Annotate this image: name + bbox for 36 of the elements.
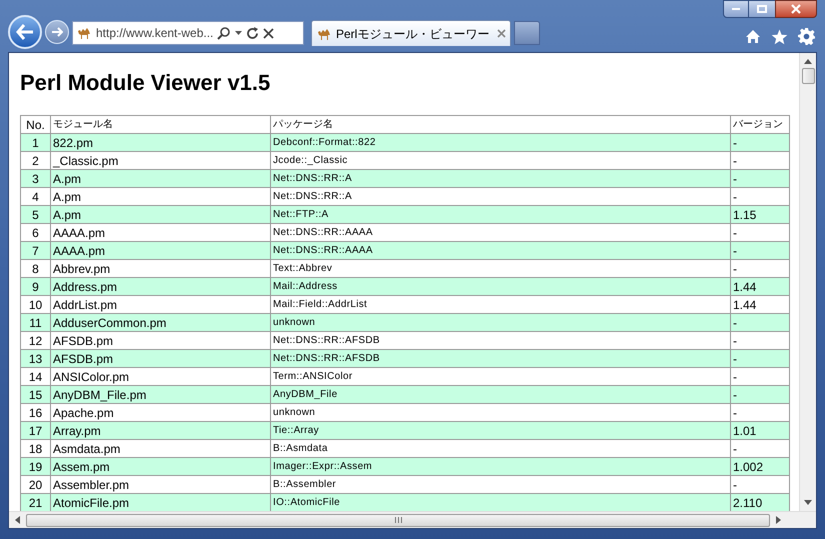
camel-icon — [316, 26, 332, 40]
star-icon[interactable] — [771, 28, 788, 44]
camel-icon — [76, 26, 92, 40]
scrollbar-thumb[interactable] — [26, 514, 770, 526]
tab-title: Perlモジュール・ビューワー — [336, 26, 490, 42]
search-icon[interactable] — [217, 26, 232, 40]
dropdown-arrow-icon[interactable] — [235, 31, 242, 35]
browser-tab[interactable]: Perlモジュール・ビューワー — [311, 20, 511, 46]
forward-arrow-icon — [51, 27, 63, 37]
grip-icon — [394, 517, 402, 523]
column-header: No. — [20, 116, 50, 134]
new-tab-button[interactable] — [514, 21, 540, 45]
scroll-right-arrow-icon[interactable] — [776, 516, 781, 524]
home-icon[interactable] — [745, 29, 761, 44]
scrollbar-thumb[interactable] — [802, 68, 814, 84]
scroll-down-arrow-icon[interactable] — [804, 500, 812, 505]
minimize-button[interactable] — [723, 0, 749, 18]
scroll-up-arrow-icon[interactable] — [804, 59, 812, 64]
stop-icon[interactable] — [263, 28, 274, 38]
minimize-icon — [732, 8, 740, 10]
close-icon — [791, 4, 801, 14]
address-text: http://www.kent-web... — [96, 25, 214, 42]
back-arrow-icon — [16, 24, 34, 40]
close-tab-icon[interactable] — [497, 29, 506, 38]
settings-icon[interactable] — [798, 28, 815, 45]
maximize-icon — [757, 5, 767, 13]
page-title: Perl Module Viewer v1.5 — [20, 69, 272, 97]
close-button[interactable] — [775, 0, 817, 18]
back-button[interactable] — [8, 15, 42, 49]
maximize-button[interactable] — [749, 0, 775, 18]
refresh-icon[interactable] — [246, 26, 260, 40]
scroll-left-arrow-icon[interactable] — [15, 516, 20, 524]
address-bar[interactable]: http://www.kent-web... — [72, 21, 304, 45]
column-header: パッケージ名 — [270, 116, 730, 134]
column-header: モジュール名 — [50, 116, 270, 134]
forward-button[interactable] — [45, 20, 69, 44]
